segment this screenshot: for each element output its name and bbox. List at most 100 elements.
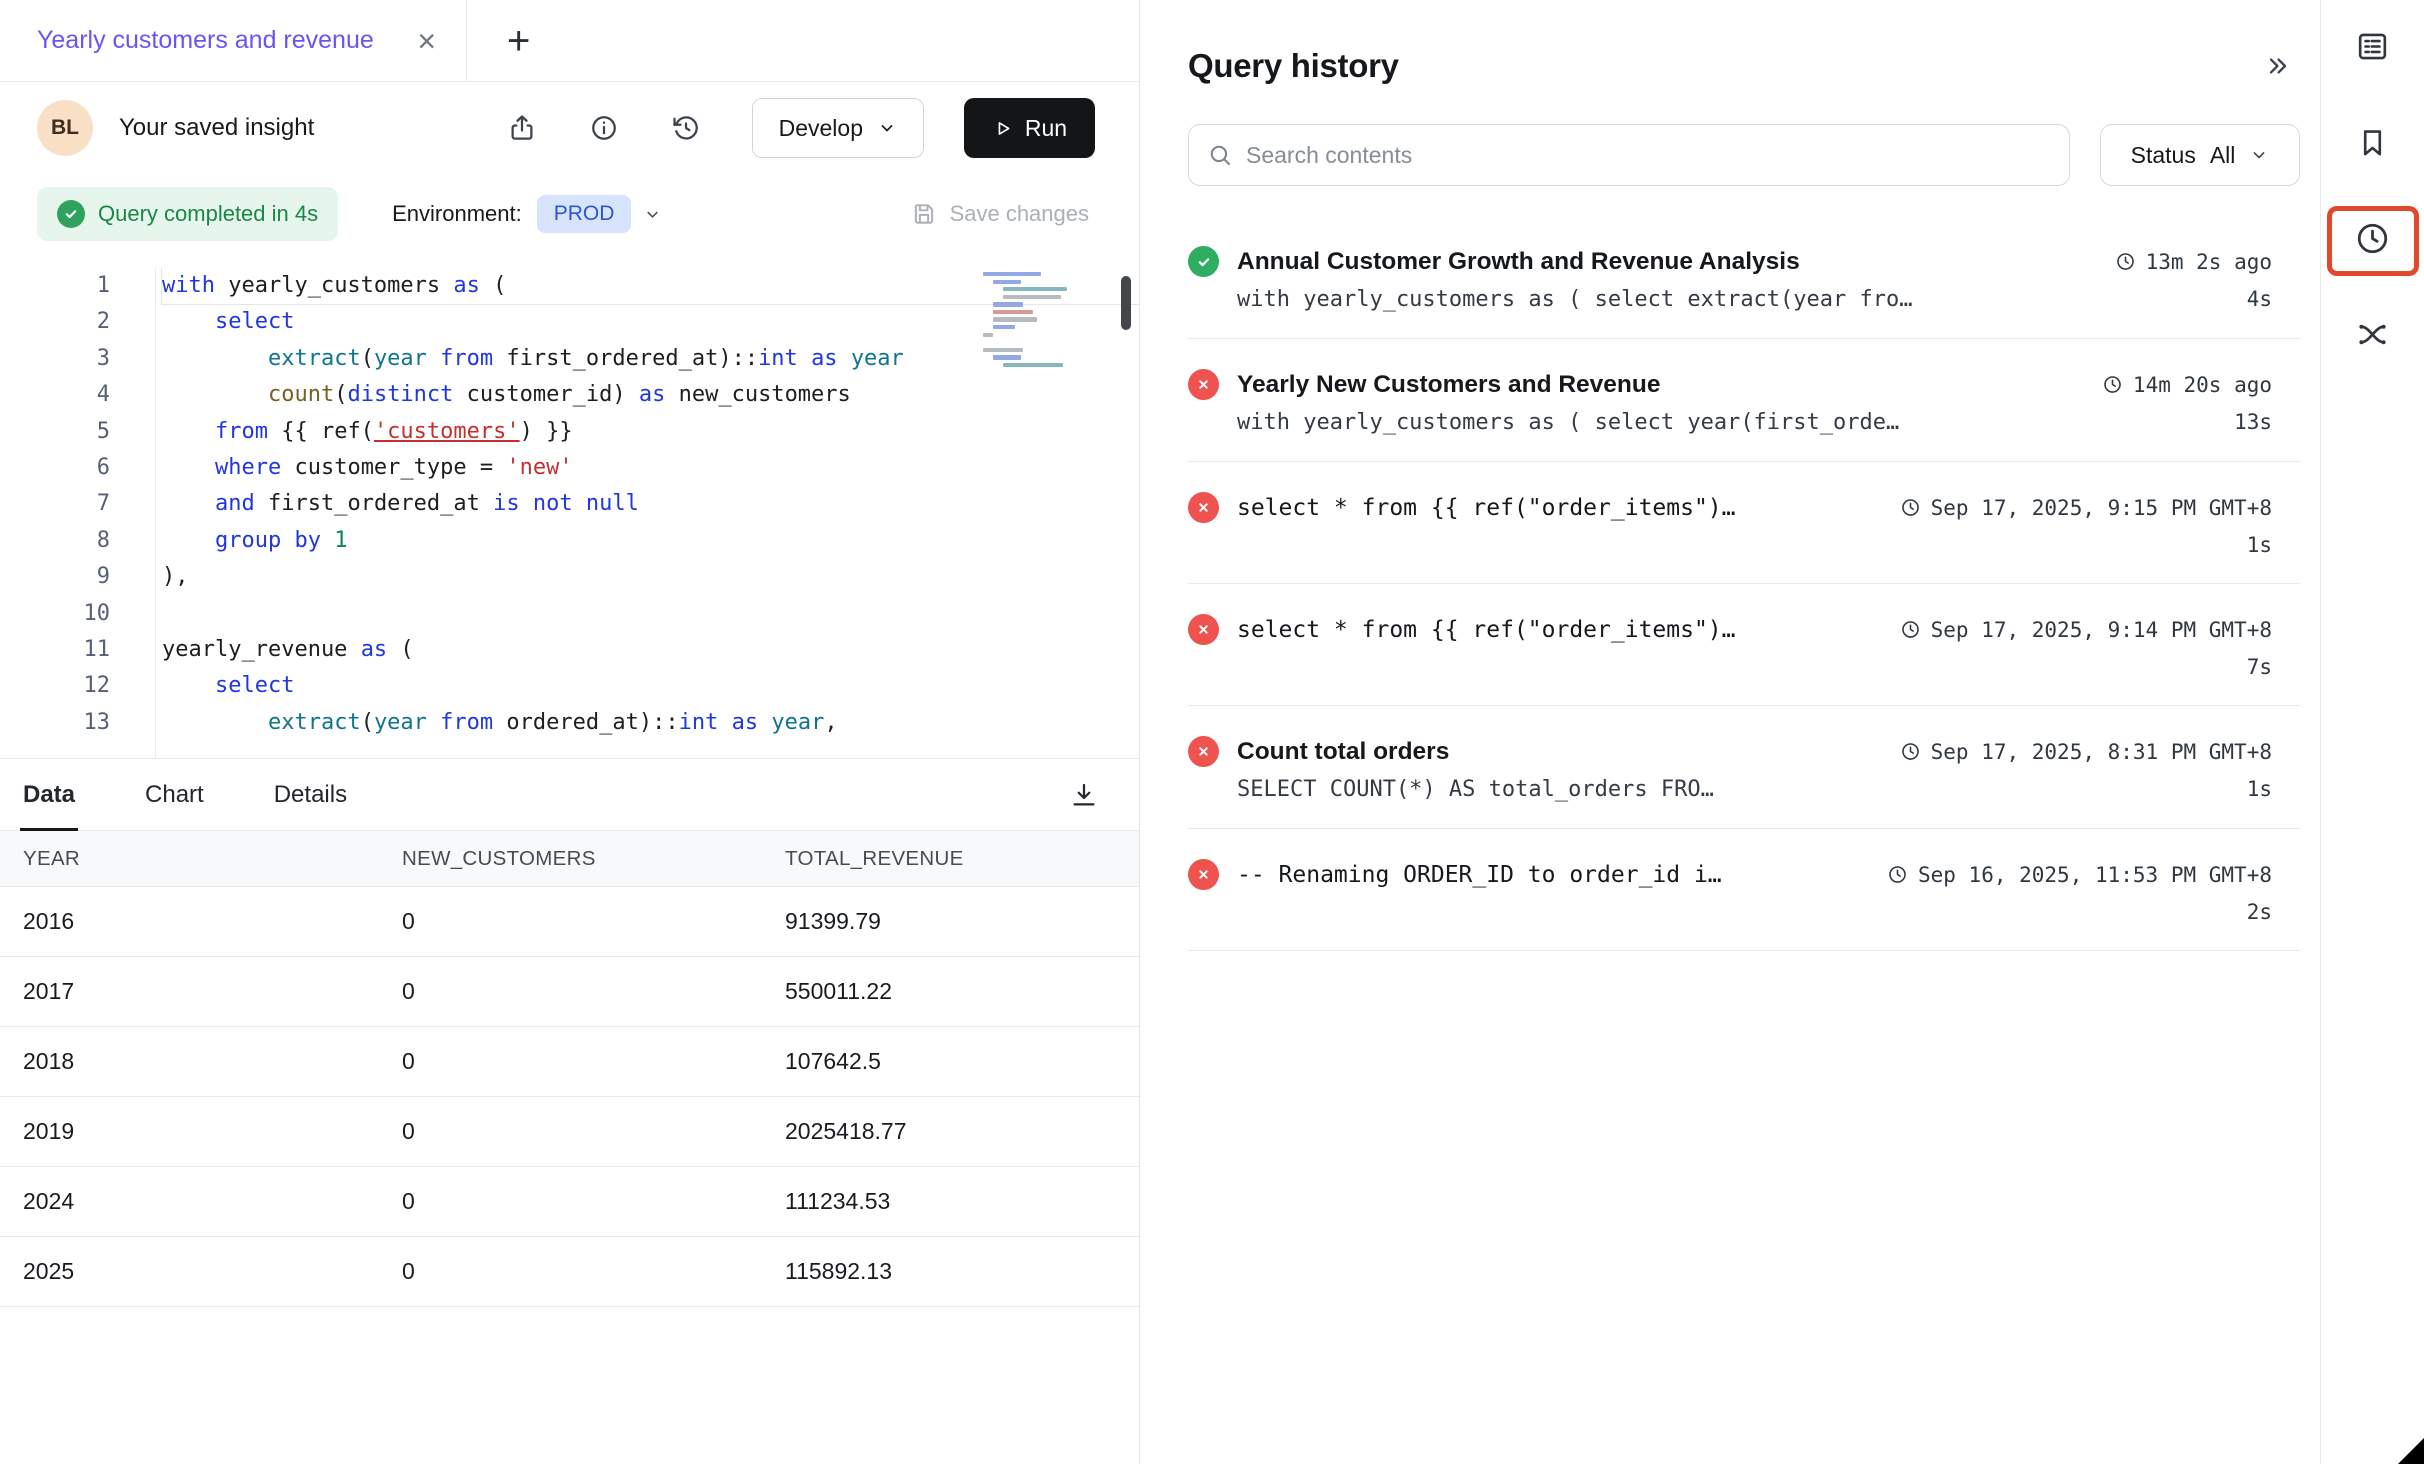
history-clock-icon[interactable]: [2351, 216, 2395, 260]
history-item[interactable]: select * from {{ ref("order_items")…Sep …: [1188, 462, 2300, 584]
table-cell: 111234.53: [785, 1188, 1139, 1215]
run-label: Run: [1025, 115, 1067, 142]
line-number: 6: [0, 450, 110, 486]
history-item[interactable]: Count total ordersSep 17, 2025, 8:31 PM …: [1188, 706, 2300, 829]
history-item-title: select * from {{ ref("order_items")…: [1237, 617, 1882, 643]
history-item-query: with yearly_customers as ( select extrac…: [1237, 287, 2227, 312]
share-icon[interactable]: [498, 104, 546, 152]
query-status-text: Query completed in 4s: [98, 201, 318, 227]
column-header: YEAR: [23, 847, 402, 871]
status-filter-dropdown[interactable]: Status All: [2100, 124, 2300, 186]
history-item-timestamp: 13m 2s ago: [2115, 250, 2272, 274]
history-item-title: Annual Customer Growth and Revenue Analy…: [1237, 248, 2097, 276]
editor-minimap: [983, 272, 1105, 371]
history-item-timestamp: Sep 17, 2025, 9:15 PM GMT+8: [1900, 496, 2272, 520]
history-item-title: Yearly New Customers and Revenue: [1237, 371, 2084, 399]
code-line: yearly_revenue as (: [162, 632, 1139, 668]
code-line: ),: [162, 559, 1139, 595]
history-item-duration: 2s: [2247, 900, 2272, 924]
table-row[interactable]: 201902025418.77: [0, 1097, 1139, 1167]
history-item-duration: 1s: [2247, 777, 2272, 801]
line-number: 13: [0, 705, 110, 741]
sql-editor[interactable]: 12345678910111213 with yearly_customers …: [0, 254, 1139, 758]
search-input[interactable]: [1246, 142, 2051, 169]
results-tab-chart[interactable]: Chart: [145, 759, 204, 830]
line-number: 1: [0, 268, 110, 304]
line-number: 2: [0, 304, 110, 340]
table-cell: 550011.22: [785, 978, 1139, 1005]
search-icon: [1207, 142, 1233, 168]
tab-label: Yearly customers and revenue: [37, 26, 417, 55]
table-cell: 0: [402, 1048, 785, 1075]
history-item[interactable]: Yearly New Customers and Revenue14m 20s …: [1188, 339, 2300, 462]
table-row[interactable]: 20250115892.13: [0, 1237, 1139, 1307]
history-icon[interactable]: [662, 104, 710, 152]
run-button[interactable]: Run: [964, 98, 1095, 158]
chevron-down-icon: [643, 205, 662, 224]
table-row[interactable]: 20180107642.5: [0, 1027, 1139, 1097]
develop-label: Develop: [779, 115, 863, 142]
tab-bar: Yearly customers and revenue × +: [0, 0, 1139, 82]
app-window: Yearly customers and revenue × + BL Your…: [0, 0, 2424, 1464]
results-tab-data[interactable]: Data: [23, 759, 75, 830]
code-line: and first_ordered_at is not null: [162, 486, 1139, 522]
chevron-down-icon: [877, 118, 897, 138]
line-number: 7: [0, 486, 110, 522]
table-cell: 2018: [23, 1048, 402, 1075]
results-panel: Data Chart Details YEARNEW_CUSTOMERSTOTAL_…: [0, 758, 1139, 1307]
table-row[interactable]: 2016091399.79: [0, 887, 1139, 957]
status-filter-label: Status: [2131, 142, 2196, 169]
line-number: 5: [0, 414, 110, 450]
error-circle-icon: [1188, 492, 1219, 523]
right-icon-rail: [2320, 0, 2424, 1464]
info-icon[interactable]: [580, 104, 628, 152]
history-item-duration: 4s: [2247, 287, 2272, 311]
play-icon: [992, 118, 1013, 139]
history-item-timestamp: Sep 17, 2025, 8:31 PM GMT+8: [1900, 740, 2272, 764]
check-circle-icon: [1188, 246, 1219, 277]
query-history-title: Query history: [1188, 47, 1399, 85]
results-table-head: YEARNEW_CUSTOMERSTOTAL_REVENUE: [0, 831, 1139, 887]
table-cell: 0: [402, 1118, 785, 1145]
environment-selector[interactable]: Environment: PROD: [392, 195, 662, 233]
table-row[interactable]: 20170550011.22: [0, 957, 1139, 1027]
insight-header: BL Your saved insight Develop Run: [0, 82, 1139, 174]
editor-gutter: 12345678910111213: [0, 268, 110, 758]
lineage-icon[interactable]: [2351, 312, 2395, 356]
query-history-list: Annual Customer Growth and Revenue Analy…: [1188, 216, 2300, 951]
close-icon[interactable]: ×: [417, 25, 436, 57]
line-number: 3: [0, 341, 110, 377]
history-item[interactable]: select * from {{ ref("order_items")… Sep …: [1188, 584, 2300, 706]
history-item[interactable]: Annual Customer Growth and Revenue Analy…: [1188, 216, 2300, 339]
history-item-timestamp: Sep 16, 2025, 11:53 PM GMT+8: [1887, 863, 2272, 887]
editor-scrollbar[interactable]: [1121, 276, 1131, 330]
results-tab-details[interactable]: Details: [274, 759, 347, 830]
history-item-query: SELECT COUNT(*) AS total_orders FRO…: [1237, 777, 2227, 802]
query-history-panel: Query history Status All Annual Customer…: [1140, 0, 2320, 1464]
clock-icon: [1900, 741, 1921, 762]
table-cell: 115892.13: [785, 1258, 1139, 1285]
history-item-duration: 1s: [2247, 533, 2272, 557]
history-item-timestamp: Sep 17, 2025, 9:14 PM GMT+8: [1900, 618, 2272, 642]
double-chevron-right-icon[interactable]: [2256, 44, 2300, 88]
bookmark-icon[interactable]: [2351, 120, 2395, 164]
tab-yearly-customers-and-revenue[interactable]: Yearly customers and revenue ×: [0, 0, 467, 81]
history-item[interactable]: -- Renaming ORDER_ID to order_id i…Sep 1…: [1188, 829, 2300, 951]
code-line: group by 1: [162, 523, 1139, 559]
query-list-icon[interactable]: [2351, 24, 2395, 68]
plus-icon[interactable]: +: [507, 21, 530, 61]
table-cell: 107642.5: [785, 1048, 1139, 1075]
table-row[interactable]: 20240111234.53: [0, 1167, 1139, 1237]
develop-button[interactable]: Develop: [752, 98, 924, 158]
results-tabs: Data Chart Details: [0, 759, 1139, 831]
search-box: [1188, 124, 2070, 186]
code-line: extract(year from ordered_at)::int as ye…: [162, 705, 1139, 741]
clock-icon: [2115, 251, 2136, 272]
insight-title: Your saved insight: [119, 114, 314, 142]
save-changes-button[interactable]: Save changes: [911, 201, 1089, 227]
download-icon[interactable]: [1069, 780, 1099, 810]
chevron-down-icon: [2249, 145, 2269, 165]
error-circle-icon: [1188, 369, 1219, 400]
line-number: 11: [0, 632, 110, 668]
avatar: BL: [37, 100, 93, 156]
